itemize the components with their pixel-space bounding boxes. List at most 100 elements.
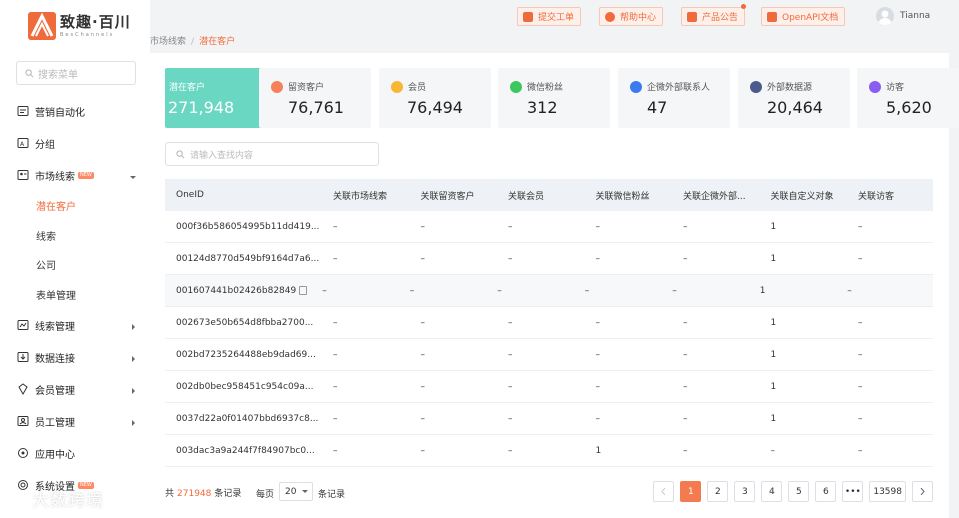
- table-cell: –: [420, 221, 426, 232]
- page-size-value: 20: [285, 486, 297, 497]
- stat-card-members[interactable]: 会员 76,494: [379, 68, 491, 128]
- table-cell: 1: [770, 413, 777, 424]
- sidebar-item-group[interactable]: A 分组: [0, 127, 150, 159]
- user-menu[interactable]: Tianna: [876, 7, 930, 25]
- table-row[interactable]: 002bd7235264488eb9dad69... – – – – – 1 –: [165, 339, 933, 371]
- table-cell: –: [595, 413, 601, 424]
- chevron-down-icon: [302, 490, 309, 493]
- menu-search-input[interactable]: 搜索菜单: [16, 61, 136, 85]
- page-button[interactable]: 6: [815, 481, 837, 502]
- table-cell: 1: [770, 317, 777, 328]
- table-footer: 共 271948 条记录 每页 20 条记录 1 2 3 4 5 6 ••• 135…: [165, 481, 933, 503]
- openapi-docs-button[interactable]: OpenAPI文档: [761, 7, 846, 26]
- table-row[interactable]: 002673e50b654d8fbba2700... – – – – – 1 –: [165, 307, 933, 339]
- column-header[interactable]: 关联市场线索: [322, 189, 410, 202]
- app-center-icon: [17, 447, 29, 459]
- help-center-button[interactable]: 帮助中心: [599, 7, 664, 26]
- submenu-item-leads[interactable]: 线索: [0, 221, 150, 251]
- page-size-select[interactable]: 20: [279, 482, 314, 501]
- table-row[interactable]: 0037d22a0f01407bbd6937c8... – – – – – 1 –: [165, 403, 933, 435]
- content-search-input[interactable]: 请输入查找内容: [165, 142, 379, 166]
- list-icon: [750, 80, 762, 93]
- wechat-icon: [510, 80, 522, 93]
- submenu-item-forms[interactable]: 表单管理: [0, 280, 150, 310]
- total-count: 共 271948 条记录: [165, 486, 241, 499]
- sidebar-item-staff[interactable]: 员工管理: [0, 405, 150, 437]
- sidebar-item-label: 营销自动化: [35, 107, 85, 119]
- column-header[interactable]: 关联自定义对象: [760, 189, 848, 202]
- user-name: Tianna: [900, 11, 931, 21]
- stat-card-visitors[interactable]: 访客 5,620: [857, 68, 959, 128]
- column-header[interactable]: 关联留资客户: [410, 189, 498, 202]
- table-cell: 1: [770, 221, 777, 232]
- avatar: [876, 7, 894, 25]
- oneid-cell: 000f36b586054995b11dd419...: [176, 221, 320, 232]
- sidebar-item-lead-manage[interactable]: 线索管理: [0, 309, 150, 341]
- sidebar-item-automation[interactable]: 营销自动化: [0, 95, 150, 127]
- stat-label: 潜在客户: [169, 83, 206, 93]
- sidebar-item-data-connect[interactable]: 数据连接: [0, 341, 150, 373]
- table-cell: –: [409, 285, 415, 296]
- page-button[interactable]: 2: [707, 481, 729, 502]
- table-row[interactable]: 001607441b02426b82849 – – – – – 1 –: [165, 275, 933, 307]
- table-row[interactable]: 000f36b586054995b11dd419... – – – – – 1 –: [165, 211, 933, 243]
- page-button[interactable]: 5: [788, 481, 810, 502]
- page-button[interactable]: 13598: [869, 481, 906, 502]
- next-page-button[interactable]: [912, 481, 933, 502]
- sidebar-item-leads[interactable]: 市场线索 NEW: [0, 159, 150, 191]
- more-pages-button[interactable]: •••: [842, 481, 864, 502]
- chevron-right-icon: [131, 418, 136, 429]
- total-number: 271948: [177, 489, 212, 499]
- brand-logo[interactable]: 致趣·百川 BesChannels: [28, 12, 131, 40]
- submit-ticket-button[interactable]: 提交工单: [517, 7, 582, 26]
- column-header[interactable]: 关联访客: [847, 189, 933, 202]
- sidebar-menu: 营销自动化 A 分组 市场线索 NEW 潜在客户 线索 公司 表单管理 线索管理…: [0, 95, 150, 501]
- copy-icon[interactable]: [299, 286, 308, 295]
- stat-label: 留资客户: [288, 83, 325, 93]
- stat-value: 76,761: [288, 98, 344, 117]
- product-announcement-label: 产品公告: [702, 13, 739, 23]
- stat-value: 20,464: [767, 98, 823, 117]
- table-row[interactable]: 003dac3a9a244f7f84907bc0... – – – 1 – – –: [165, 435, 933, 467]
- sidebar-item-label: 分组: [35, 139, 55, 151]
- stat-card-wechat-fans[interactable]: 微信粉丝 312: [498, 68, 610, 128]
- lead-manage-icon: [17, 319, 29, 331]
- page-button[interactable]: 4: [761, 481, 783, 502]
- per-page-label: 每页: [256, 490, 275, 500]
- table-cell: –: [847, 285, 852, 296]
- table-cell: –: [858, 445, 863, 456]
- sidebar-item-app-center[interactable]: 应用中心: [0, 437, 150, 469]
- page-button[interactable]: 1: [680, 481, 702, 502]
- stat-card-external-data[interactable]: 外部数据源 20,464: [738, 68, 850, 128]
- watermark: 大数跨境: [8, 486, 104, 511]
- oneid-cell: 001607441b02426b82849: [176, 285, 297, 296]
- stat-card-wecom-contacts[interactable]: 企微外部联系人 47: [618, 68, 730, 128]
- table-cell: –: [497, 285, 502, 296]
- breadcrumb-current: 潜在客户: [199, 37, 236, 47]
- table-row[interactable]: 002db0bec958451c954c09a... – – – – – 1 –: [165, 371, 933, 403]
- table-row[interactable]: 00124d8770d549bf9164d7a6... – – – – – 1 –: [165, 243, 933, 275]
- column-header[interactable]: 关联企微外部...: [672, 189, 760, 202]
- column-header[interactable]: OneID: [165, 190, 322, 200]
- breadcrumb-separator: /: [191, 37, 195, 47]
- table-cell: –: [420, 381, 426, 392]
- submenu-item-potential-customers[interactable]: 潜在客户: [0, 191, 150, 221]
- column-header[interactable]: 关联会员: [497, 189, 585, 202]
- search-icon: [25, 68, 34, 77]
- submenu-item-company[interactable]: 公司: [0, 250, 150, 280]
- openapi-docs-label: OpenAPI文档: [782, 13, 839, 23]
- breadcrumb-parent[interactable]: 市场线索: [150, 37, 186, 47]
- column-header[interactable]: 关联微信粉丝: [585, 189, 673, 202]
- stat-label: 会员: [408, 83, 427, 93]
- page-button[interactable]: 3: [734, 481, 756, 502]
- stat-card-leads-customers[interactable]: 留资客户 76,761: [259, 68, 371, 128]
- table-cell: –: [420, 253, 426, 264]
- product-announcement-button[interactable]: 产品公告: [681, 4, 747, 26]
- prev-page-button[interactable]: [653, 481, 675, 502]
- sidebar-item-member[interactable]: 会员管理: [0, 373, 150, 405]
- table-cell: –: [420, 413, 426, 424]
- table-cell: –: [858, 349, 863, 360]
- automation-icon: [17, 105, 29, 117]
- chevron-right-icon: [920, 488, 925, 495]
- table-cell: –: [508, 381, 513, 392]
